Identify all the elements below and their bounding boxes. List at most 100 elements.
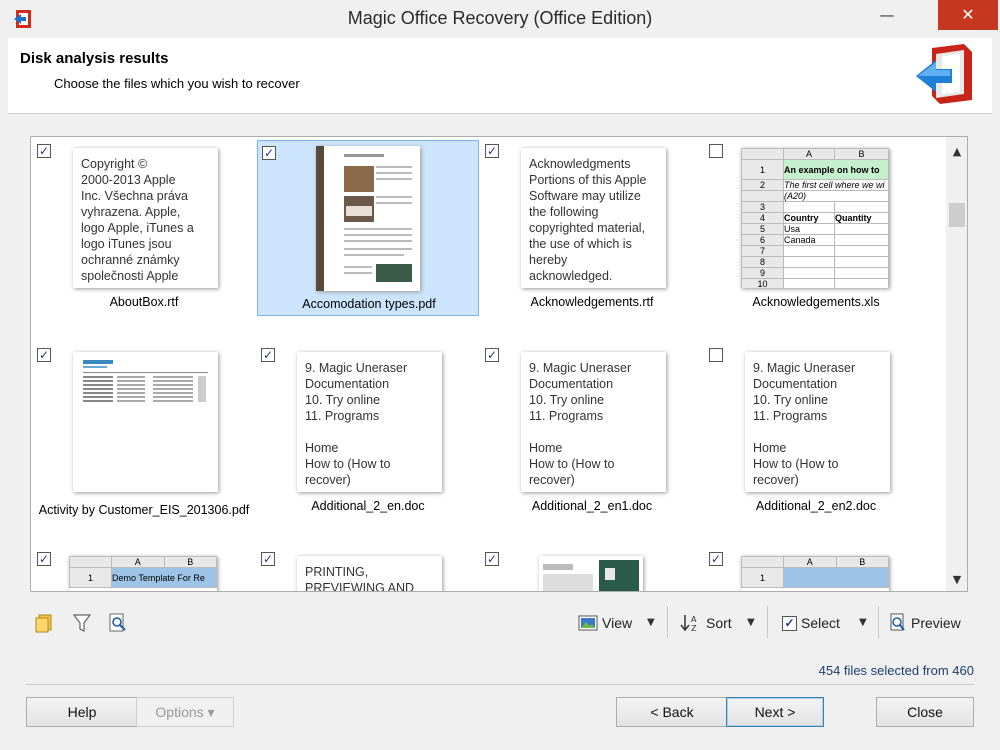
file-tile-activity[interactable]: ✓ Activity by Customer_EIS_201306.pdf (33, 343, 255, 519)
thumbnail-text: 9. Magic Uneraser Documentation 10. Try … (753, 361, 856, 487)
copy-files-icon[interactable] (33, 612, 55, 634)
scroll-up-arrow-icon[interactable]: ▲ (946, 139, 967, 161)
wizard-header: Disk analysis results Choose the files w… (8, 38, 992, 114)
sort-label: Sort (706, 615, 732, 631)
file-thumbnail: 9. Magic Uneraser Documentation 10. Try … (297, 352, 442, 492)
options-button[interactable]: Options ▾ (136, 697, 234, 727)
file-thumbnail (539, 556, 643, 591)
preview-button[interactable]: Preview (889, 608, 961, 638)
back-button[interactable]: < Back (616, 697, 728, 727)
product-logo (916, 44, 972, 104)
file-checkbox[interactable]: ✓ (485, 552, 499, 566)
file-checkbox[interactable] (709, 144, 723, 158)
thumbnail-text: Copyright © 2000-2013 Apple Inc. Všechna… (81, 157, 194, 283)
title-bar: Magic Office Recovery (Office Edition) —… (0, 0, 1000, 38)
scrollbar-thumb[interactable] (949, 203, 965, 227)
file-thumbnail: AB 1 (741, 556, 889, 591)
file-thumbnail: 9. Magic Uneraser Documentation 10. Try … (745, 352, 890, 492)
help-button[interactable]: Help (26, 697, 138, 727)
select-button[interactable]: ✓ Select (782, 608, 840, 638)
filter-icon[interactable] (71, 612, 93, 634)
file-tile-additional-en2[interactable]: 9. Magic Uneraser Documentation 10. Try … (705, 343, 927, 519)
file-thumbnail: 9. Magic Uneraser Documentation 10. Try … (521, 352, 666, 492)
toolbar-separator (878, 606, 879, 638)
vertical-scrollbar[interactable]: ▲ ▼ (946, 137, 967, 591)
next-button[interactable]: Next > (726, 697, 824, 727)
close-window-button[interactable]: ✕ (938, 0, 998, 30)
sort-icon: A Z (680, 615, 697, 633)
file-name: Accomodation types.pdf (302, 297, 436, 311)
scroll-down-arrow-icon[interactable]: ▼ (946, 569, 967, 591)
svg-text:A: A (691, 615, 697, 624)
file-thumbnail (316, 146, 420, 291)
sort-button[interactable]: A Z Sort (680, 608, 732, 638)
file-thumbnail: PRINTING, PREVIEWING AND (297, 556, 442, 592)
page-subtitle: Choose the files which you wish to recov… (54, 76, 300, 91)
view-label: View (602, 615, 633, 631)
pdf-report-image (73, 352, 218, 492)
svg-text:Z: Z (691, 624, 697, 633)
page-title: Disk analysis results (20, 50, 169, 67)
toolbar-separator (767, 606, 768, 638)
select-checkbox-icon: ✓ (782, 615, 797, 631)
select-label: Select (801, 615, 840, 631)
file-checkbox[interactable]: ✓ (485, 348, 499, 362)
file-name: AboutBox.rtf (109, 295, 179, 309)
file-checkbox[interactable]: ✓ (262, 146, 276, 160)
file-checkbox[interactable]: ✓ (37, 552, 51, 566)
sheet-preview: AB 1 An example on how to 2 The first cell… (741, 148, 889, 288)
file-checkbox[interactable]: ✓ (709, 552, 723, 566)
file-tile-additional-en1[interactable]: ✓ 9. Magic Uneraser Documentation 10. Tr… (481, 343, 703, 519)
file-checkbox[interactable]: ✓ (37, 144, 51, 158)
minimize-button[interactable]: — (864, 0, 910, 30)
file-thumbnail: AB 1 An example on how to 2 The first cell… (741, 148, 889, 288)
preview-icon (890, 613, 905, 631)
thumbnail-text: PRINTING, PREVIEWING AND (305, 565, 415, 592)
file-tile-demo-template[interactable]: ✓ AB 1 Demo Template For Re (33, 547, 255, 591)
file-checkbox[interactable]: ✓ (37, 348, 51, 362)
file-name: Acknowledgements.xls (752, 295, 880, 309)
file-tile-ack-xls[interactable]: AB 1 An example on how to 2 The first cell… (705, 139, 927, 315)
sort-dropdown-icon[interactable]: ▼ (747, 617, 755, 628)
sheet-preview: AB 1 (741, 556, 889, 588)
view-icon (578, 615, 598, 631)
thumbnail-text: 9. Magic Uneraser Documentation 10. Try … (529, 361, 632, 487)
pdf-page-image (316, 146, 420, 291)
file-checkbox[interactable]: ✓ (261, 552, 275, 566)
file-grid-viewport: ✓ Copyright © 2000-2013 Apple Inc. Všech… (31, 137, 946, 592)
file-tile-aboutbox[interactable]: ✓ Copyright © 2000-2013 Apple Inc. Všech… (33, 139, 255, 315)
thumbnail-text: 9. Magic Uneraser Documentation 10. Try … (305, 361, 408, 487)
view-dropdown-icon[interactable]: ▼ (647, 617, 655, 628)
file-name: Acknowledgements.rtf (530, 295, 654, 309)
search-files-icon[interactable] (107, 612, 129, 634)
file-tile-brochure[interactable]: ✓ (481, 547, 703, 591)
file-name: Additional_2_en2.doc (755, 499, 877, 513)
toolbar-separator (667, 606, 668, 638)
file-tile-printing[interactable]: ✓ PRINTING, PREVIEWING AND (257, 547, 479, 592)
file-thumbnail (73, 352, 218, 492)
file-grid[interactable]: ✓ Copyright © 2000-2013 Apple Inc. Všech… (30, 136, 968, 592)
file-name: Additional_2_en.doc (311, 499, 425, 513)
file-checkbox[interactable] (709, 348, 723, 362)
divider (26, 684, 974, 685)
file-thumbnail: Acknowledgments Portions of this Apple S… (521, 148, 666, 288)
file-thumbnail: Copyright © 2000-2013 Apple Inc. Všechna… (73, 148, 218, 288)
file-tile-ack-rtf[interactable]: ✓ Acknowledgments Portions of this Apple… (481, 139, 703, 315)
select-dropdown-icon[interactable]: ▼ (859, 617, 867, 628)
window-title: Magic Office Recovery (Office Edition) (347, 8, 653, 28)
file-name: Additional_2_en1.doc (531, 499, 653, 513)
file-name: Activity by Customer_EIS_201306.pdf (38, 503, 250, 517)
file-tile-accomodation[interactable]: ✓ Accomodation types.pdf (257, 140, 479, 316)
file-thumbnail: AB 1 Demo Template For Re (69, 556, 217, 591)
sheet-preview: AB 1 Demo Template For Re (69, 556, 217, 588)
file-tile-additional[interactable]: ✓ 9. Magic Uneraser Documentation 10. Tr… (257, 343, 479, 519)
file-checkbox[interactable]: ✓ (485, 144, 499, 158)
thumbnail-text: Acknowledgments Portions of this Apple S… (529, 157, 647, 283)
close-button[interactable]: Close (876, 697, 974, 727)
preview-label: Preview (911, 615, 961, 631)
selection-status: 454 files selected from 460 (818, 663, 974, 678)
pdf-brochure-image (539, 556, 643, 591)
view-button[interactable]: View (578, 608, 632, 638)
file-tile-sheet[interactable]: ✓ AB 1 (705, 547, 927, 591)
file-checkbox[interactable]: ✓ (261, 348, 275, 362)
